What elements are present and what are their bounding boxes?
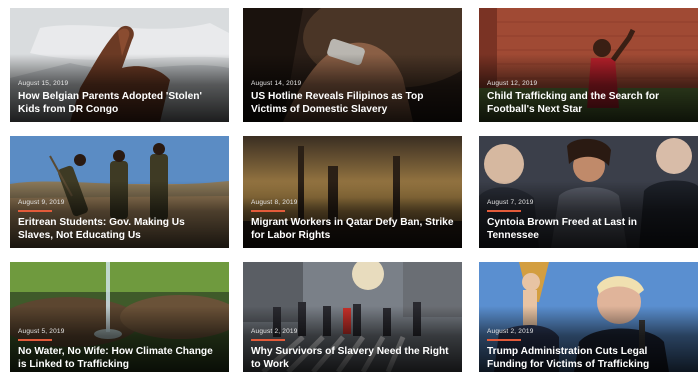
article-card[interactable]: August 9, 2019 Eritrean Students: Gov. M… [10,136,229,248]
article-grid: August 15, 2019 How Belgian Parents Adop… [0,0,700,372]
accent-bar [251,339,285,341]
article-title[interactable]: US Hotline Reveals Filipinos as Top Vict… [251,91,454,116]
accent-bar [487,339,521,341]
article-date: August 14, 2019 [251,80,302,87]
article-date: August 2, 2019 [251,328,298,335]
article-card[interactable]: August 14, 2019 US Hotline Reveals Filip… [243,8,462,122]
article-date: August 15, 2019 [18,80,69,87]
article-meta: August 8, 2019 Migrant Workers in Qatar … [251,199,454,242]
article-title[interactable]: Child Trafficking and the Search for Foo… [487,91,690,116]
article-title[interactable]: No Water, No Wife: How Climate Change is… [18,346,221,371]
accent-bar [251,210,285,212]
article-card[interactable]: August 2, 2019 Trump Administration Cuts… [479,262,698,372]
article-meta: August 12, 2019 Child Trafficking and th… [487,80,690,116]
accent-bar [18,339,52,341]
article-title[interactable]: Trump Administration Cuts Legal Funding … [487,346,690,371]
article-meta: August 9, 2019 Eritrean Students: Gov. M… [18,199,221,242]
article-date: August 7, 2019 [487,199,534,206]
article-meta: August 7, 2019 Cyntoia Brown Freed at La… [487,199,690,242]
article-meta: August 14, 2019 US Hotline Reveals Filip… [251,80,454,116]
article-meta: August 2, 2019 Why Survivors of Slavery … [251,328,454,371]
article-card[interactable]: August 5, 2019 No Water, No Wife: How Cl… [10,262,229,372]
accent-bar [487,210,521,212]
article-title[interactable]: Why Survivors of Slavery Need the Right … [251,346,454,371]
article-date: August 2, 2019 [487,328,534,335]
article-card[interactable]: August 7, 2019 Cyntoia Brown Freed at La… [479,136,698,248]
article-card[interactable]: August 15, 2019 How Belgian Parents Adop… [10,8,229,122]
article-meta: August 2, 2019 Trump Administration Cuts… [487,328,690,371]
article-card[interactable]: August 8, 2019 Migrant Workers in Qatar … [243,136,462,248]
article-title[interactable]: Eritrean Students: Gov. Making Us Slaves… [18,217,221,242]
article-title[interactable]: Cyntoia Brown Freed at Last in Tennessee [487,217,690,242]
article-card[interactable]: August 12, 2019 Child Trafficking and th… [479,8,698,122]
article-date: August 12, 2019 [487,80,538,87]
article-date: August 5, 2019 [18,328,65,335]
article-date: August 8, 2019 [251,199,298,206]
article-title[interactable]: How Belgian Parents Adopted 'Stolen' Kid… [18,91,221,116]
article-meta: August 5, 2019 No Water, No Wife: How Cl… [18,328,221,371]
article-meta: August 15, 2019 How Belgian Parents Adop… [18,80,221,116]
article-card[interactable]: August 2, 2019 Why Survivors of Slavery … [243,262,462,372]
accent-bar [18,210,52,212]
article-title[interactable]: Migrant Workers in Qatar Defy Ban, Strik… [251,217,454,242]
article-date: August 9, 2019 [18,199,65,206]
